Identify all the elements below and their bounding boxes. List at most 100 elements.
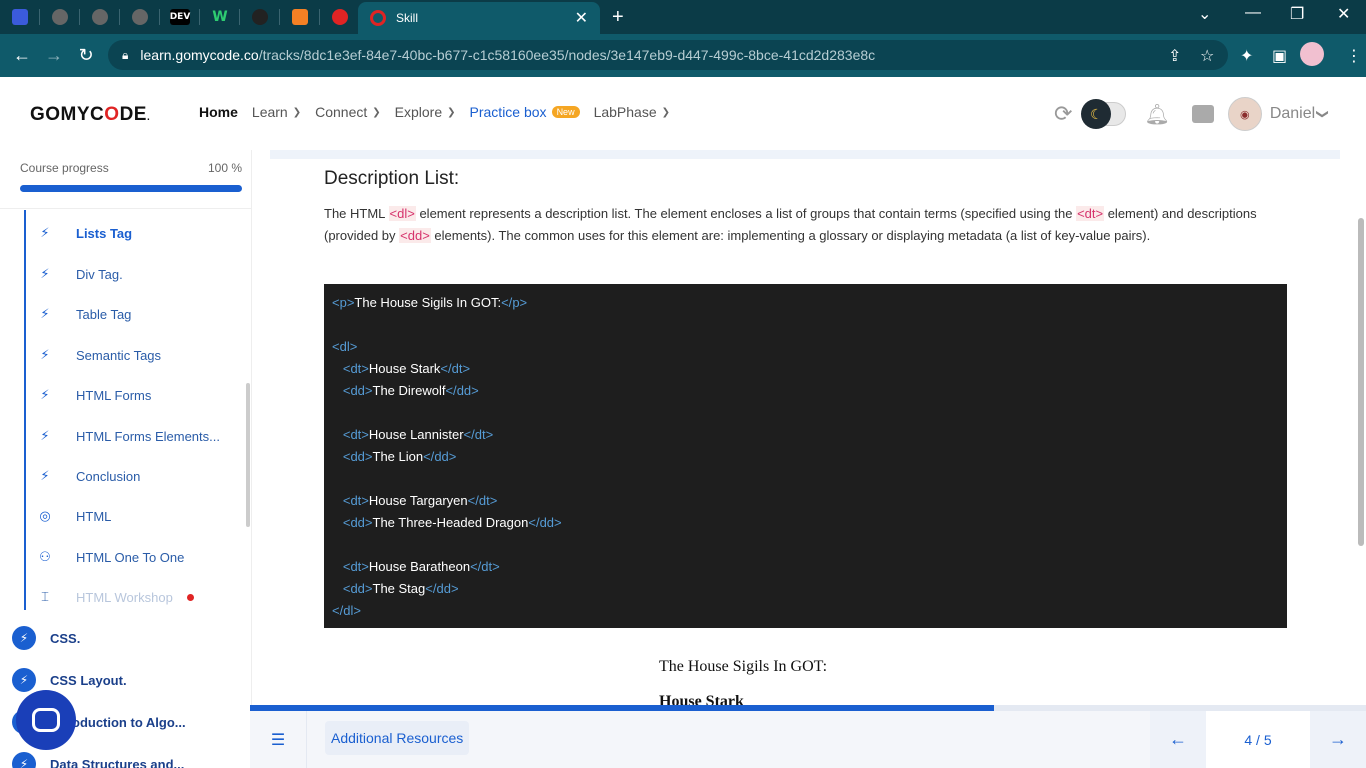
tab-dev[interactable]: DEV <box>160 0 200 34</box>
maximize-button[interactable]: ❐ <box>1290 4 1304 24</box>
next-page-button[interactable]: → <box>1310 711 1366 768</box>
module-label: CSS. <box>50 630 81 646</box>
bolt-icon: ⚡︎ <box>12 668 36 692</box>
bolt-icon: ⚡︎ <box>40 428 50 443</box>
profile-avatar[interactable] <box>1300 42 1324 66</box>
bell-icon[interactable]: 🔔︎ <box>1144 102 1169 127</box>
sidepanel-icon[interactable]: ▣ <box>1272 46 1287 66</box>
address-bar[interactable]: 🔒︎ learn.gomycode.co/tracks/8dc1e3ef-84e… <box>108 40 1228 70</box>
code-open-tag: p <box>339 295 347 310</box>
code-line: </dl> <box>332 603 361 618</box>
code-text: The Direwolf <box>372 383 446 398</box>
sidebar-item-label: HTML Forms <box>76 387 152 403</box>
additional-resources-button[interactable]: Additional Resources <box>325 721 470 755</box>
nav-practice-box[interactable]: Practice box New <box>470 104 580 120</box>
tab-4[interactable] <box>120 0 160 34</box>
code-text: House Targaryen <box>368 493 468 508</box>
sidebar-item-lists-tag[interactable]: ⚡︎ Lists Tag <box>38 225 132 241</box>
dark-mode-toggle[interactable]: ☾ <box>1081 99 1127 129</box>
chevron-down-icon: ❯ <box>447 106 456 118</box>
forward-icon[interactable]: → <box>38 45 70 66</box>
logo-text-1: GOMYC <box>30 104 105 125</box>
nav-labphase-label: LabPhase <box>593 104 657 120</box>
sidebar-item-table-tag[interactable]: ⚡︎ Table Tag <box>38 306 131 322</box>
sync-icon[interactable]: ⟳ <box>1054 101 1072 127</box>
code-close-tag: dt <box>478 493 490 508</box>
module-label: CSS Layout. <box>50 672 127 688</box>
sidebar-item-div-tag[interactable]: ⚡︎ Div Tag. <box>38 266 123 282</box>
user-name[interactable]: Daniel <box>1270 105 1315 123</box>
tab-w[interactable]: W <box>200 0 240 34</box>
tab-1[interactable] <box>0 0 40 34</box>
chevron-down-icon: ❯ <box>661 106 671 118</box>
code-open-tag: dt <box>350 427 362 442</box>
code-block: <p>The House Sigils In GOT:</p> <dl> <dt>… <box>324 284 1287 628</box>
course-sidebar: Course progress 100 % ⚡︎ Lists Tag ⚡︎ Div T… <box>0 150 252 768</box>
code-close-tag: p <box>512 295 520 310</box>
module-css[interactable]: ⚡︎ CSS. <box>12 626 80 650</box>
module-label: Data Structures and... <box>50 756 185 768</box>
chat-icon[interactable] <box>1191 105 1214 123</box>
nav-home[interactable]: Home <box>199 104 238 120</box>
moon-icon: ☾ <box>1081 99 1112 129</box>
chat-widget-button[interactable] <box>16 690 76 750</box>
para-text: element represents a description list. T… <box>415 206 1077 221</box>
sidebar-item-html-forms[interactable]: ⚡︎ HTML Forms <box>38 387 151 403</box>
github-icon <box>252 9 268 25</box>
extensions-icon[interactable]: ✦ <box>1240 46 1253 66</box>
tab-search-icon[interactable]: ⌄ <box>1198 4 1211 24</box>
avatar[interactable]: ◉ <box>1227 97 1262 131</box>
status-dot <box>186 593 194 601</box>
bolt-icon: ⚡︎ <box>40 306 50 321</box>
app-icon <box>12 9 28 25</box>
code-close-tag: dt <box>451 361 463 376</box>
header-actions: ⟳ ☾ 🔔︎ ◉ Daniel ❯ <box>1054 97 1330 131</box>
list-icon[interactable]: ☰ <box>250 711 307 768</box>
code-text: The Stag <box>372 581 426 596</box>
sidebar-item-html[interactable]: ◎ HTML <box>38 508 111 524</box>
menu-icon[interactable]: ⋮ <box>1346 46 1362 66</box>
sidebar-scrollbar[interactable] <box>246 383 250 527</box>
tab-2[interactable] <box>40 0 80 34</box>
tab-9[interactable] <box>320 0 360 34</box>
nav-explore-label: Explore <box>394 104 443 120</box>
sidebar-item-html-one-to-one[interactable]: ⚇ HTML One To One <box>38 549 184 565</box>
nav-explore[interactable]: Explore ❯ <box>395 104 456 120</box>
module-css-layout[interactable]: ⚡︎ CSS Layout. <box>12 668 127 692</box>
code-line: <dd>The Direwolf</dd> <box>342 383 479 398</box>
app-header: GOMYCODE. Home Learn ❯ Connect ❯ Explore ❯ … <box>0 77 1366 150</box>
tab-7[interactable] <box>240 0 280 34</box>
people-icon: ⚇ <box>39 549 51 564</box>
code-text: House Baratheon <box>368 559 471 574</box>
bolt-icon: ⚡︎ <box>40 387 50 402</box>
close-tab-icon[interactable]: ✕ <box>575 8 588 28</box>
star-icon[interactable]: ☆ <box>1200 46 1214 66</box>
sidebar-item-label: Div Tag. <box>76 266 123 282</box>
gomycode-logo[interactable]: GOMYCODE. <box>30 104 150 126</box>
back-icon[interactable]: ← <box>6 45 38 66</box>
code-close-tag: dt <box>481 559 493 574</box>
new-tab-button[interactable]: + <box>612 6 624 29</box>
tab-8[interactable] <box>280 0 320 34</box>
active-tab[interactable]: Skill ✕ <box>358 2 600 34</box>
stackoverflow-icon <box>292 9 308 25</box>
prev-page-button[interactable]: ← <box>1150 711 1206 768</box>
close-window-button[interactable]: ✕ <box>1337 4 1350 24</box>
page-scrollbar[interactable] <box>1358 218 1364 546</box>
module-data-structures[interactable]: ⚡︎ Data Structures and... <box>12 752 184 768</box>
sidebar-item-html-workshop[interactable]: ⌶ HTML Workshop <box>38 589 194 605</box>
share-icon[interactable]: ⇪ <box>1168 46 1181 66</box>
tab-3[interactable] <box>80 0 120 34</box>
code-close-tag: dd <box>456 383 472 398</box>
workshop-icon: ⌶ <box>41 589 49 604</box>
sidebar-item-semantic-tags[interactable]: ⚡︎ Semantic Tags <box>38 347 161 363</box>
nav-learn[interactable]: Learn ❯ <box>252 104 301 120</box>
nav-labphase[interactable]: LabPhase ❯ <box>594 104 670 120</box>
minimize-button[interactable]: — <box>1245 4 1261 22</box>
sidebar-item-html-forms-elements[interactable]: ⚡︎ HTML Forms Elements... <box>38 428 220 444</box>
nav-connect[interactable]: Connect ❯ <box>315 104 381 120</box>
reload-icon[interactable]: ↻ <box>70 45 102 66</box>
bolt-icon: ⚡︎ <box>40 266 50 281</box>
chevron-down-icon[interactable]: ❯ <box>1316 109 1330 119</box>
sidebar-item-conclusion[interactable]: ⚡︎ Conclusion <box>38 468 140 484</box>
